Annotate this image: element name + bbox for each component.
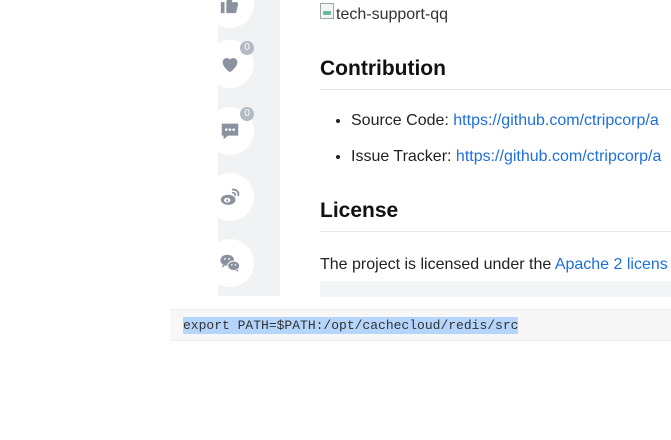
- heart-icon: [222, 58, 238, 73]
- code-line-selected[interactable]: export PATH=$PATH:/opt/cachecloud/redis/…: [183, 317, 519, 334]
- favorite-count-badge: 0: [240, 41, 254, 55]
- broken-image: tech-support-qq: [320, 0, 448, 30]
- issue-tracker-label: Issue Tracker:: [351, 148, 456, 165]
- wechat-share-button[interactable]: [206, 239, 254, 287]
- weibo-icon: [220, 188, 240, 205]
- apache-license-link[interactable]: Apache 2 licens: [555, 256, 668, 273]
- license-text: The project is licensed under the: [320, 256, 555, 273]
- weibo-share-button[interactable]: [206, 173, 254, 221]
- code-block[interactable]: export PATH=$PATH:/opt/cachecloud/redis/…: [170, 309, 671, 341]
- code-block-top: [320, 281, 671, 297]
- list-item: Source Code: https://github.com/ctripcor…: [351, 108, 661, 144]
- contribution-list: Source Code: https://github.com/ctripcor…: [320, 108, 661, 180]
- issue-tracker-link[interactable]: https://github.com/ctripcorp/a: [456, 148, 661, 165]
- contribution-heading: Contribution: [320, 57, 446, 80]
- source-code-link[interactable]: https://github.com/ctripcorp/a: [453, 112, 658, 129]
- comment-icon: [221, 123, 239, 140]
- wechat-icon: [220, 254, 241, 272]
- heading-divider: [320, 231, 671, 232]
- heading-divider: [320, 89, 671, 90]
- comment-count-badge: 0: [240, 107, 254, 121]
- license-heading: License: [320, 199, 399, 222]
- source-code-label: Source Code:: [351, 112, 454, 129]
- license-paragraph: The project is licensed under the Apache…: [320, 252, 668, 278]
- broken-image-icon: [320, 3, 334, 19]
- list-item: Issue Tracker: https://github.com/ctripc…: [351, 144, 661, 180]
- broken-image-alt-text: tech-support-qq: [336, 6, 449, 23]
- thumbs-up-icon: [220, 0, 239, 14]
